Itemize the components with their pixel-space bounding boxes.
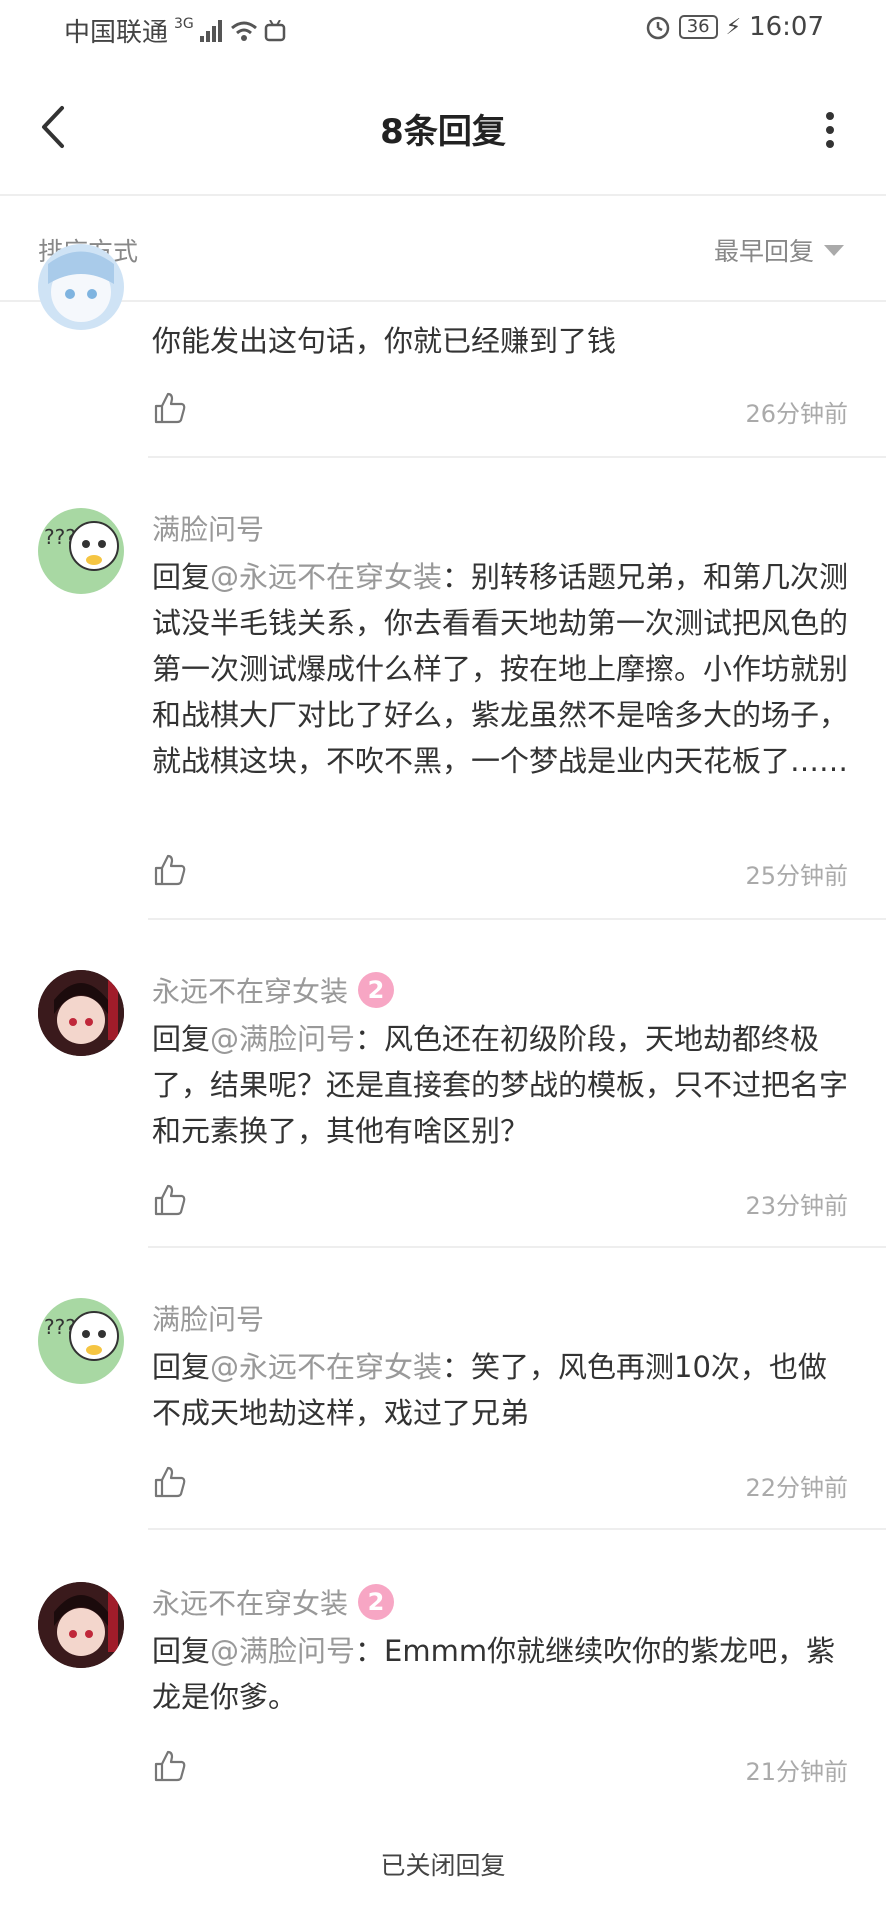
- avatar[interactable]: [38, 244, 124, 330]
- app-notification-icon: [264, 19, 286, 41]
- level-badge: 2: [358, 1584, 395, 1620]
- reply-prefix: 回复: [152, 1634, 211, 1668]
- avatar[interactable]: ???: [38, 508, 124, 594]
- username[interactable]: 满脸问号: [152, 508, 264, 548]
- wifi-icon: [230, 21, 257, 41]
- page-title: 8条回复: [380, 112, 506, 152]
- comment-time: 26分钟前: [745, 400, 848, 428]
- like-thumb-icon[interactable]: [152, 390, 188, 426]
- divider: [148, 1528, 886, 1530]
- reply-prefix: 回复: [152, 1350, 211, 1384]
- username[interactable]: 永远不在穿女装: [152, 970, 348, 1010]
- username[interactable]: 满脸问号: [152, 1298, 264, 1338]
- like-thumb-icon[interactable]: [152, 852, 188, 888]
- alarm-icon: [646, 16, 669, 40]
- navigation-bar: 8条回复: [0, 60, 886, 196]
- svg-text:???: ???: [44, 525, 76, 549]
- comment-time: 23分钟前: [745, 1192, 848, 1220]
- like-thumb-icon[interactable]: [152, 1182, 188, 1218]
- reply-mention[interactable]: @满脸问号: [210, 1022, 355, 1056]
- svg-text:???: ???: [44, 1315, 76, 1339]
- level-badge: 2: [358, 972, 395, 1008]
- comment-time: 22分钟前: [745, 1474, 848, 1502]
- avatar[interactable]: [38, 1582, 124, 1668]
- reply-mention[interactable]: @永远不在穿女装: [210, 560, 442, 594]
- avatar[interactable]: [38, 970, 124, 1056]
- sort-selected: 最早回复: [713, 237, 814, 266]
- comment-time: 21分钟前: [745, 1758, 848, 1786]
- username[interactable]: 永远不在穿女装: [152, 1582, 348, 1622]
- divider: [148, 918, 886, 920]
- signal-icon: [199, 19, 222, 42]
- avatar[interactable]: ???: [38, 1298, 124, 1384]
- reply-mention[interactable]: @永远不在穿女装: [210, 1350, 442, 1384]
- status-bar: 中国联通 3G 36 ⚡ 16:07: [0, 0, 886, 60]
- replies-closed-notice: 已关闭回复: [380, 1851, 506, 1880]
- comment-text: 你能发出这句话，你就已经赚到了钱: [152, 324, 617, 358]
- sort-dropdown[interactable]: 最早回复: [714, 232, 844, 268]
- like-thumb-icon[interactable]: [152, 1748, 188, 1784]
- sort-bar: 排序方式 最早回复: [0, 196, 886, 302]
- reply-mention[interactable]: @满脸问号: [210, 1634, 355, 1668]
- dropdown-triangle-icon: [824, 244, 844, 256]
- network-type: 3G: [174, 15, 194, 32]
- clock: 16:07: [749, 12, 824, 42]
- reply-prefix: 回复: [152, 1022, 211, 1056]
- more-options-icon[interactable]: [820, 110, 840, 150]
- comment-time: 25分钟前: [745, 862, 848, 890]
- charging-icon: ⚡: [725, 14, 742, 40]
- reply-prefix: 回复: [152, 560, 211, 594]
- battery-level: 36: [678, 15, 718, 39]
- divider: [148, 456, 886, 458]
- carrier-name: 中国联通: [64, 18, 169, 48]
- like-thumb-icon[interactable]: [152, 1464, 188, 1500]
- divider: [148, 1246, 886, 1248]
